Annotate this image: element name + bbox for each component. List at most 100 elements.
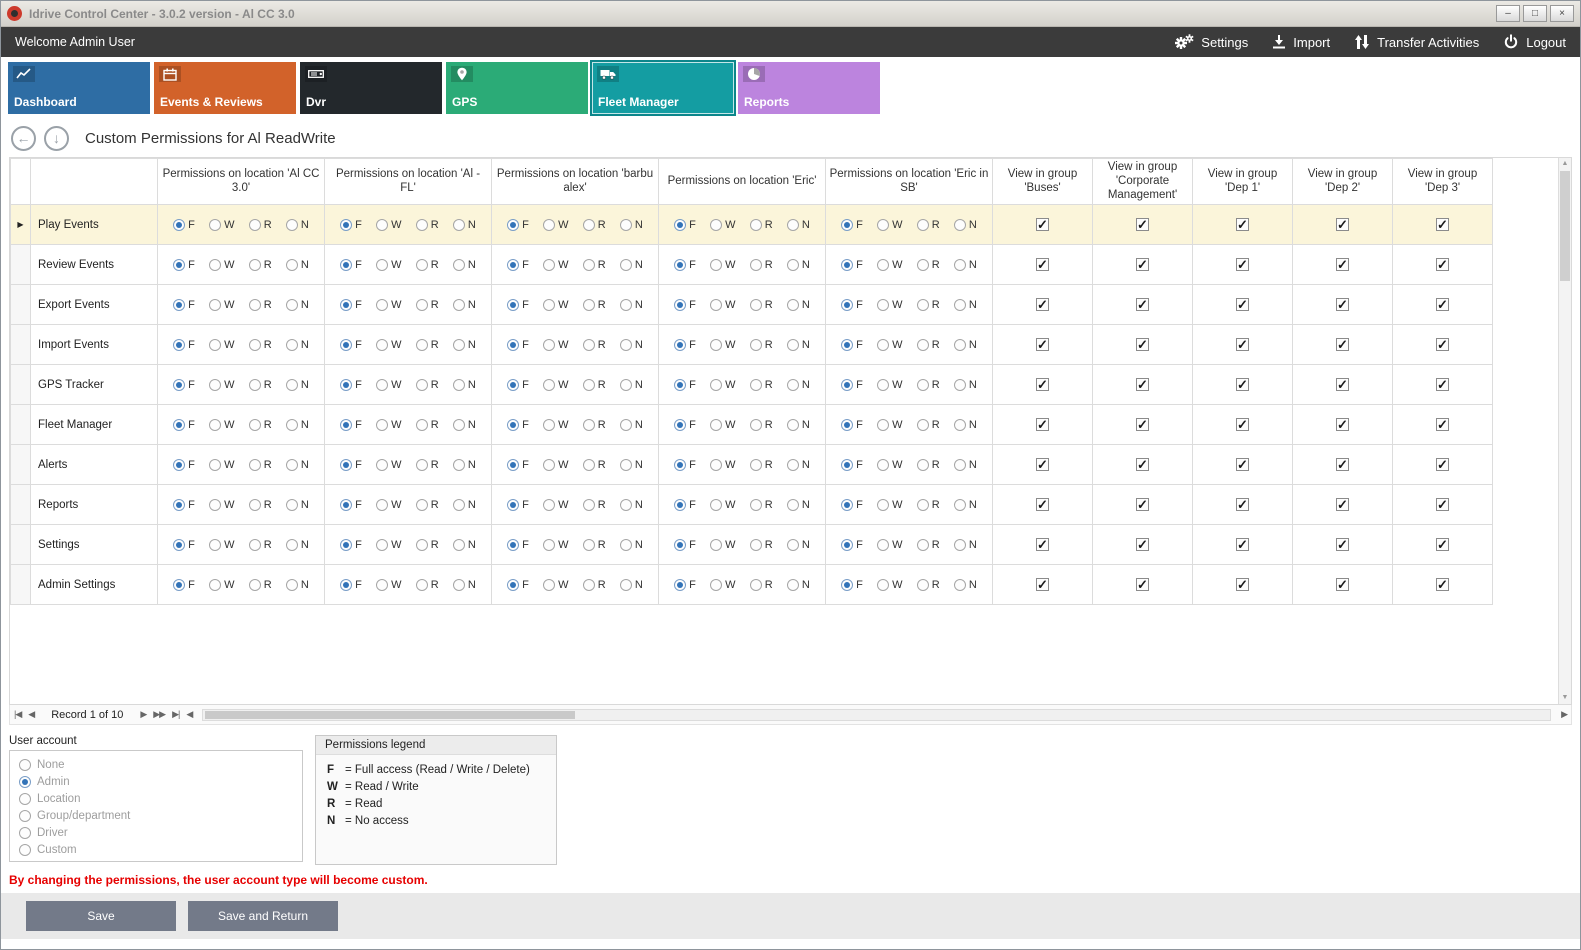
permission-radio-r[interactable]: R (249, 419, 272, 431)
group-column-header[interactable]: View in group 'Dep 2' (1293, 159, 1393, 205)
permission-radio-f[interactable]: F (841, 539, 863, 551)
permission-radio-r[interactable]: R (583, 499, 606, 511)
permission-radio-f[interactable]: F (340, 419, 362, 431)
permission-radio-f[interactable]: F (340, 219, 362, 231)
permission-radio-n[interactable]: N (453, 259, 476, 271)
permission-radio-f[interactable]: F (674, 299, 696, 311)
permission-name[interactable]: Play Events (31, 205, 158, 245)
permission-radio-f[interactable]: F (507, 379, 529, 391)
permission-radio-n[interactable]: N (954, 579, 977, 591)
permission-radio-f[interactable]: F (340, 499, 362, 511)
permission-name[interactable]: GPS Tracker (31, 365, 158, 405)
group-view-checkbox[interactable]: ✓ (1436, 298, 1449, 311)
transfer-activities-button[interactable]: Transfer Activities (1354, 34, 1479, 50)
permission-radio-w[interactable]: W (376, 379, 401, 391)
permission-radio-r[interactable]: R (416, 539, 439, 551)
permission-radio-f[interactable]: F (340, 539, 362, 551)
permission-radio-f[interactable]: F (674, 259, 696, 271)
permission-radio-f[interactable]: F (507, 259, 529, 271)
permission-radio-r[interactable]: R (750, 419, 773, 431)
permission-radio-n[interactable]: N (787, 299, 810, 311)
permission-radio-w[interactable]: W (376, 339, 401, 351)
permission-radio-w[interactable]: W (710, 499, 735, 511)
permission-radio-n[interactable]: N (453, 219, 476, 231)
permission-radio-r[interactable]: R (416, 459, 439, 471)
group-view-checkbox[interactable]: ✓ (1036, 258, 1049, 271)
group-view-checkbox[interactable]: ✓ (1436, 498, 1449, 511)
permission-radio-n[interactable]: N (453, 299, 476, 311)
group-view-checkbox[interactable]: ✓ (1236, 578, 1249, 591)
permission-radio-r[interactable]: R (249, 459, 272, 471)
group-view-checkbox[interactable]: ✓ (1136, 418, 1149, 431)
permission-radio-w[interactable]: W (543, 219, 568, 231)
permission-radio-n[interactable]: N (787, 539, 810, 551)
permission-radio-w[interactable]: W (877, 499, 902, 511)
group-view-checkbox[interactable]: ✓ (1036, 218, 1049, 231)
close-button[interactable]: × (1550, 5, 1574, 22)
group-column-header[interactable]: View in group 'Buses' (993, 159, 1093, 205)
group-view-checkbox[interactable]: ✓ (1136, 298, 1149, 311)
minimize-button[interactable]: – (1496, 5, 1520, 22)
permission-radio-f[interactable]: F (173, 579, 195, 591)
permission-radio-w[interactable]: W (209, 579, 234, 591)
permission-radio-r[interactable]: R (583, 379, 606, 391)
permission-radio-w[interactable]: W (209, 539, 234, 551)
permission-radio-f[interactable]: F (841, 419, 863, 431)
user-account-option[interactable]: Driver (19, 824, 293, 841)
permission-radio-r[interactable]: R (416, 579, 439, 591)
permission-radio-r[interactable]: R (917, 299, 940, 311)
permission-radio-f[interactable]: F (340, 459, 362, 471)
permission-radio-r[interactable]: R (416, 499, 439, 511)
user-account-option[interactable]: Custom (19, 841, 293, 858)
permission-radio-f[interactable]: F (674, 539, 696, 551)
permission-name[interactable]: Export Events (31, 285, 158, 325)
permission-radio-n[interactable]: N (286, 539, 309, 551)
permission-radio-w[interactable]: W (543, 339, 568, 351)
group-view-checkbox[interactable]: ✓ (1036, 418, 1049, 431)
location-column-header[interactable]: Permissions on location 'Al CC 3.0' (158, 159, 325, 205)
permission-radio-r[interactable]: R (416, 259, 439, 271)
permission-radio-n[interactable]: N (620, 339, 643, 351)
permission-radio-w[interactable]: W (710, 539, 735, 551)
permission-radio-r[interactable]: R (416, 419, 439, 431)
permission-radio-f[interactable]: F (674, 499, 696, 511)
permission-radio-f[interactable]: F (340, 259, 362, 271)
scroll-down-icon[interactable]: ▼ (1559, 692, 1571, 704)
permission-radio-n[interactable]: N (620, 579, 643, 591)
permission-radio-n[interactable]: N (620, 419, 643, 431)
permission-radio-n[interactable]: N (787, 379, 810, 391)
permission-radio-w[interactable]: W (209, 419, 234, 431)
permission-radio-r[interactable]: R (583, 259, 606, 271)
permission-radio-f[interactable]: F (507, 419, 529, 431)
permission-radio-f[interactable]: F (674, 219, 696, 231)
permission-radio-n[interactable]: N (954, 219, 977, 231)
group-column-header[interactable]: View in group 'Corporate Management' (1093, 159, 1193, 205)
group-view-checkbox[interactable]: ✓ (1036, 458, 1049, 471)
permission-radio-n[interactable]: N (286, 579, 309, 591)
permission-radio-n[interactable]: N (954, 459, 977, 471)
group-view-checkbox[interactable]: ✓ (1236, 418, 1249, 431)
scroll-up-icon[interactable]: ▲ (1559, 158, 1571, 170)
permission-radio-n[interactable]: N (453, 419, 476, 431)
hscroll-right-arrow[interactable]: ▶ (1561, 709, 1567, 720)
permission-radio-n[interactable]: N (620, 539, 643, 551)
permission-radio-w[interactable]: W (710, 419, 735, 431)
permission-radio-n[interactable]: N (787, 499, 810, 511)
permission-radio-w[interactable]: W (710, 339, 735, 351)
permission-radio-n[interactable]: N (620, 459, 643, 471)
permission-radio-w[interactable]: W (543, 539, 568, 551)
tab-dvr[interactable]: Dvr (300, 62, 442, 114)
group-view-checkbox[interactable]: ✓ (1136, 458, 1149, 471)
back-button[interactable]: ← (11, 126, 36, 151)
group-view-checkbox[interactable]: ✓ (1036, 378, 1049, 391)
permission-radio-f[interactable]: F (340, 579, 362, 591)
permission-radio-w[interactable]: W (376, 499, 401, 511)
group-view-checkbox[interactable]: ✓ (1436, 258, 1449, 271)
permission-radio-w[interactable]: W (877, 539, 902, 551)
permission-radio-f[interactable]: F (340, 339, 362, 351)
permission-radio-f[interactable]: F (173, 339, 195, 351)
permission-radio-n[interactable]: N (286, 379, 309, 391)
permission-name[interactable]: Settings (31, 525, 158, 565)
permission-radio-r[interactable]: R (249, 259, 272, 271)
group-view-checkbox[interactable]: ✓ (1236, 338, 1249, 351)
